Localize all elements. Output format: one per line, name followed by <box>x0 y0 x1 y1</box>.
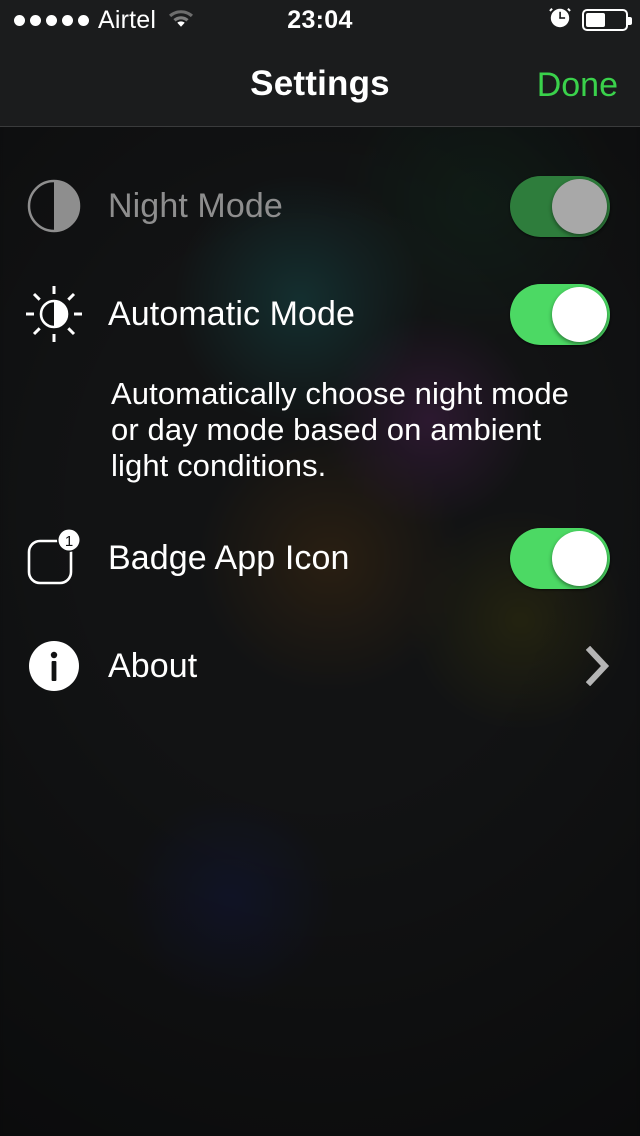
app-screen: Airtel 23:04 Settings Done Night Mode Au… <box>0 0 640 1136</box>
battery-icon <box>582 9 632 31</box>
switch-night-mode <box>510 175 610 237</box>
row-label-night-mode: Night Mode <box>108 186 283 225</box>
done-button[interactable]: Done <box>537 66 618 105</box>
row-badge-app-icon[interactable]: 1 Badge App Icon <box>0 504 640 612</box>
switch-knob <box>552 530 607 586</box>
svg-text:1: 1 <box>65 533 73 550</box>
row-accessory-badge-app-icon <box>480 527 640 589</box>
battery-fill <box>586 13 605 27</box>
automatic-mode-description: Automatically choose night mode or day m… <box>111 376 570 483</box>
row-label-badge-app-icon: Badge App Icon <box>108 538 350 577</box>
row-label-about: About <box>108 646 198 685</box>
row-accessory-about <box>480 645 640 687</box>
chevron-right-icon <box>585 645 610 687</box>
row-about[interactable]: About <box>0 612 640 720</box>
navigation-bar: Settings Done <box>0 40 640 127</box>
app-badge-icon: 1 <box>0 527 108 589</box>
half-moon-contrast-icon <box>0 178 108 234</box>
brightness-sun-icon <box>0 285 108 343</box>
switch-badge-app-icon[interactable] <box>510 527 610 589</box>
row-automatic-mode[interactable]: Automatic Mode <box>0 260 640 368</box>
switch-knob <box>552 286 607 342</box>
row-accessory-automatic-mode <box>480 283 640 345</box>
info-circle-icon <box>0 638 108 694</box>
switch-automatic-mode[interactable] <box>510 283 610 345</box>
row-label-automatic-mode: Automatic Mode <box>108 294 356 333</box>
status-bar: Airtel 23:04 <box>0 0 640 40</box>
switch-knob <box>552 178 607 234</box>
settings-list: Night Mode Automatic Mode Automatically … <box>0 128 640 1136</box>
row-accessory-night-mode <box>480 175 640 237</box>
row-night-mode[interactable]: Night Mode <box>0 152 640 260</box>
status-bar-clock: 23:04 <box>287 5 353 34</box>
